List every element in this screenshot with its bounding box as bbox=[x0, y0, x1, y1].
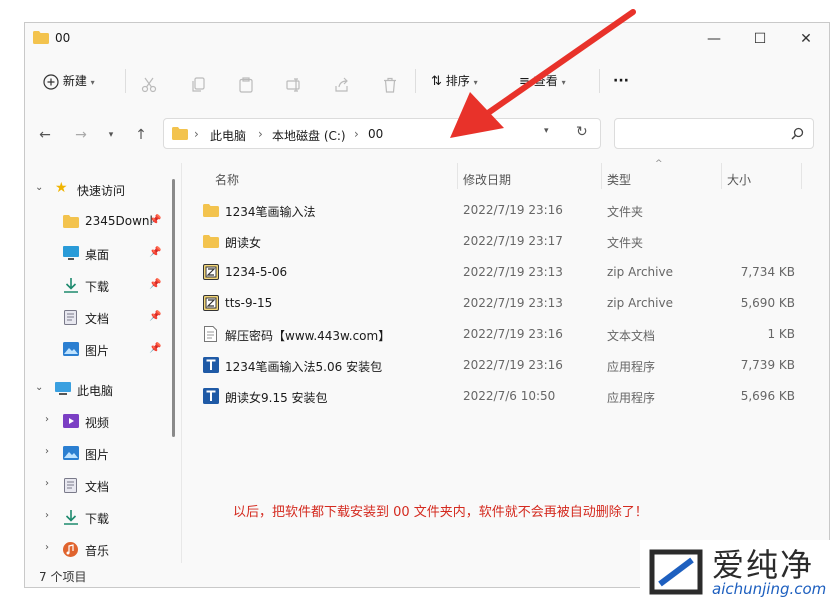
annotation-arrow-icon bbox=[450, 9, 636, 138]
watermark-url: aichunjing.com bbox=[712, 580, 827, 598]
watermark-logo-icon bbox=[649, 549, 703, 595]
